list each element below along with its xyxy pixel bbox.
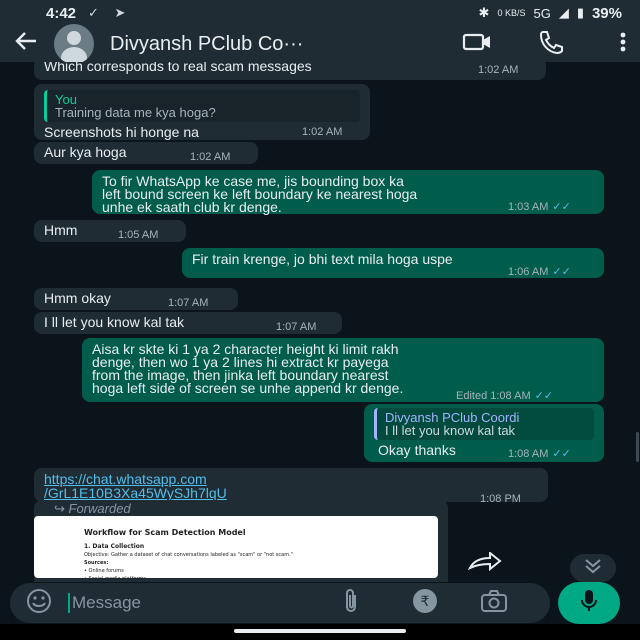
message-time: 1:02 AM — [190, 151, 231, 163]
message-incoming[interactable]: Aur kya hoga 1:02 AM — [34, 142, 258, 164]
emoji-icon[interactable] — [26, 588, 52, 619]
double-chevron-down-icon — [584, 558, 602, 579]
message-time: 1:08 PM — [480, 493, 521, 505]
scroll-down-button[interactable] — [570, 554, 616, 582]
svg-text:₹: ₹ — [421, 594, 430, 610]
system-nav-bar — [0, 624, 640, 640]
doc-section: 1. Data Collection — [84, 543, 145, 550]
chat-title[interactable]: Divyansh PClub Co··· — [110, 33, 416, 56]
doc-line: • Online forums — [84, 568, 124, 574]
message-time: 1:07 AM — [168, 297, 209, 309]
read-ticks-icon: ✓✓ — [552, 266, 571, 278]
message-time: 1:05 AM — [118, 229, 159, 241]
chat-area[interactable]: Which corresponds to real scam messages … — [0, 62, 640, 582]
avatar[interactable] — [54, 24, 94, 64]
message-text: Screenshots hi honge na — [44, 124, 199, 140]
message-composer: ₹ — [10, 583, 550, 623]
status-right: ✱ 0 KB/S 5G ◢ ▮ 39% — [479, 5, 622, 22]
document-preview[interactable]: Workflow for Scam Detection Model 1. Dat… — [34, 516, 438, 582]
speed-label: 0 KB/S — [497, 8, 526, 18]
message-text: I ll let you know kal tak — [44, 314, 185, 330]
message-outgoing[interactable]: To fir WhatsApp ke case me, jis bounding… — [92, 170, 604, 214]
video-call-icon[interactable] — [462, 32, 492, 57]
invite-link-cont[interactable]: /GrL1E10B3Xa45WySJh7lqU — [44, 486, 538, 500]
rupee-icon[interactable]: ₹ — [412, 588, 438, 619]
share-forward-icon[interactable] — [467, 550, 502, 572]
message-outgoing[interactable]: Divyansh PClub Coordi I ll let you know … — [364, 404, 604, 462]
mic-icon — [580, 589, 598, 618]
doc-title: Workflow for Scam Detection Model — [84, 528, 246, 537]
battery-percent: 39% — [591, 4, 622, 22]
message-text: Which corresponds to real scam messages — [44, 62, 312, 74]
message-outgoing[interactable]: Fir train krenge, jo bhi text mila hoga … — [182, 248, 604, 278]
phone-icon[interactable] — [538, 30, 564, 59]
invite-link[interactable]: https://chat.whatsapp.com — [44, 472, 538, 486]
forwarded-icon: ↪ — [54, 501, 69, 516]
more-vert-icon[interactable] — [620, 32, 626, 57]
message-incoming[interactable]: Hmm okay 1:07 AM — [34, 288, 238, 310]
read-ticks-icon: ✓✓ — [552, 448, 571, 460]
message-time: 1:06 AM ✓✓ — [508, 266, 571, 278]
message-text: Fir train krenge, jo bhi text mila hoga … — [192, 251, 453, 267]
message-input[interactable] — [68, 593, 328, 613]
message-text: Hmm okay — [44, 290, 111, 306]
chat-header: Divyansh PClub Co··· — [0, 24, 640, 64]
battery-icon: ▮ — [576, 5, 584, 20]
message-incoming[interactable]: I ll let you know kal tak 1:07 AM — [34, 312, 342, 334]
read-ticks-icon: ✓✓ — [552, 201, 571, 213]
message-time: 1:08 AM ✓✓ — [508, 448, 571, 460]
doc-line: Objective: Gather a dataset of chat conv… — [84, 552, 293, 558]
back-arrow-icon[interactable] — [14, 30, 44, 58]
message-incoming[interactable]: https://chat.whatsapp.com /GrL1E10B3Xa45… — [34, 468, 548, 505]
quote-text: Training data me kya hoga? — [55, 105, 216, 120]
message-text: To fir WhatsApp ke case me, jis bounding… — [102, 173, 418, 215]
forwarded-label: ↪ Forwarded — [54, 501, 131, 516]
signal-icon: ◢ — [558, 5, 569, 20]
home-gesture-pill[interactable] — [234, 629, 406, 633]
message-text: Okay thanks — [378, 442, 456, 458]
message-incoming[interactable]: Hmm 1:05 AM — [34, 220, 186, 242]
message-incoming[interactable]: Which corresponds to real scam messages … — [34, 62, 546, 80]
quoted-message[interactable]: You Training data me kya hoga? — [44, 90, 360, 122]
camera-icon[interactable] — [480, 589, 508, 618]
status-bar: 4:42 ✓ ➤ ✱ 0 KB/S 5G ◢ ▮ 39% — [0, 0, 640, 26]
quote-text: I ll let you know kal tak — [385, 423, 516, 438]
paperclip-icon[interactable] — [342, 588, 360, 619]
status-notification-icons: ✓ ➤ — [88, 5, 132, 20]
scrollbar-thumb[interactable] — [636, 432, 639, 462]
message-text: Hmm — [44, 222, 78, 238]
message-text: Aur kya hoga — [44, 144, 127, 160]
message-time: Edited 1:08 AM ✓✓ — [456, 390, 554, 402]
message-time: 1:07 AM — [276, 321, 317, 333]
status-time: 4:42 — [46, 4, 77, 22]
composer-bar: ₹ — [0, 582, 640, 624]
read-ticks-icon: ✓✓ — [534, 390, 554, 402]
message-incoming[interactable]: You Training data me kya hoga? Screensho… — [34, 84, 370, 140]
message-text: Aisa kr skte ki 1 ya 2 character height … — [92, 341, 404, 396]
message-outgoing[interactable]: Aisa kr skte ki 1 ya 2 character height … — [82, 338, 604, 402]
message-time: 1:02 AM — [478, 64, 519, 76]
message-time: 1:02 AM — [302, 126, 343, 138]
message-time: 1:03 AM ✓✓ — [508, 201, 571, 213]
network-label: 5G — [533, 5, 551, 21]
doc-line: Sources: — [84, 560, 109, 566]
bluetooth-icon: ✱ — [478, 5, 490, 20]
quoted-message[interactable]: Divyansh PClub Coordi I ll let you know … — [374, 408, 594, 440]
mic-button[interactable] — [558, 582, 620, 624]
